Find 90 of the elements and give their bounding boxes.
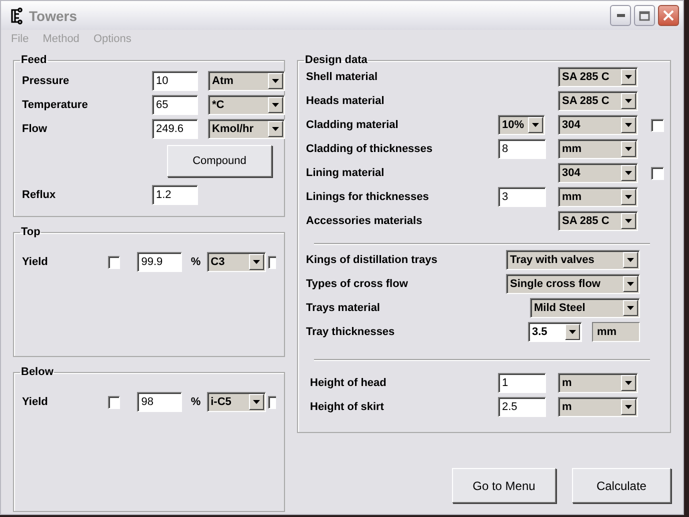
- field-label: Accessories materials: [306, 215, 424, 227]
- text-field[interactable]: 2.5: [498, 397, 546, 417]
- field-label: Shell material: [306, 71, 379, 83]
- text-field[interactable]: 10: [152, 71, 198, 91]
- compound-button[interactable]: Compound: [167, 145, 272, 177]
- unit-field: mm: [592, 322, 640, 342]
- checkbox[interactable]: [651, 166, 664, 180]
- text-field[interactable]: 65: [152, 95, 198, 115]
- text-field[interactable]: 1: [498, 373, 546, 393]
- close-button[interactable]: [658, 5, 679, 26]
- caret-icon: [272, 79, 279, 83]
- field-label: Yield: [22, 396, 49, 408]
- dropdown[interactable]: SA 285 C: [558, 211, 638, 231]
- field-label: Types of cross flow: [306, 278, 408, 290]
- field-label: Trays material: [306, 302, 380, 314]
- dropdown[interactable]: i-C5: [206, 392, 266, 412]
- field-label: Cladding of thicknesses: [306, 143, 434, 155]
- frame-title: Top: [20, 226, 42, 238]
- field-label: Tray thicknesses: [306, 326, 395, 338]
- checkbox[interactable]: [268, 256, 276, 268]
- caret-icon: [569, 330, 576, 334]
- dropdown[interactable]: m: [558, 373, 638, 393]
- text-field[interactable]: 3: [498, 187, 546, 207]
- caret-icon: [625, 99, 632, 103]
- caret-icon: [272, 127, 279, 131]
- field-label: Pressure: [22, 74, 70, 89]
- caret-icon: [253, 400, 260, 404]
- caret-icon: [253, 260, 260, 264]
- caret-icon: [625, 219, 632, 223]
- field-label: Cladding material: [306, 119, 400, 131]
- maximize-button[interactable]: [634, 5, 655, 26]
- text-field[interactable]: 99.9: [137, 252, 182, 272]
- window-title: Towers: [29, 8, 78, 24]
- frame-title: Below: [20, 366, 54, 378]
- field-label: Reflux: [22, 188, 57, 203]
- dropdown[interactable]: Tray with valves: [506, 250, 640, 270]
- dropdown[interactable]: m: [558, 397, 638, 417]
- field-label: Flow: [22, 122, 48, 137]
- checkbox[interactable]: [268, 396, 276, 408]
- caret-icon: [625, 147, 632, 151]
- dropdown[interactable]: Single cross flow: [506, 274, 640, 294]
- field-label: Yield: [22, 256, 49, 268]
- text-field[interactable]: 98: [137, 392, 182, 412]
- dropdown[interactable]: 304: [558, 163, 638, 183]
- maximize-icon: [639, 10, 650, 20]
- caret-icon: [625, 195, 632, 199]
- dropdown[interactable]: Mild Steel: [530, 298, 640, 318]
- caret-icon: [625, 405, 632, 409]
- dropdown[interactable]: mm: [558, 139, 638, 159]
- caret-icon: [272, 103, 279, 107]
- frame-title: Design data: [304, 54, 368, 66]
- field-label: Kings of distillation trays: [306, 254, 438, 266]
- dropdown[interactable]: C3: [206, 252, 266, 272]
- dropdown[interactable]: Atm: [208, 71, 285, 91]
- checkbox[interactable]: [108, 396, 120, 408]
- percent-sign: %: [190, 396, 201, 408]
- dropdown[interactable]: *C: [208, 95, 285, 115]
- action-button[interactable]: Calculate: [572, 468, 671, 503]
- frame-title: Feed: [20, 54, 48, 66]
- field-label: Height of skirt: [310, 401, 385, 413]
- dropdown[interactable]: Kmol/hr: [208, 119, 285, 139]
- caret-icon: [627, 258, 634, 262]
- text-field[interactable]: 1.2: [152, 185, 198, 205]
- dropdown[interactable]: SA 285 C: [558, 91, 638, 111]
- dropdown[interactable]: SA 285 C: [558, 67, 638, 87]
- close-icon: [663, 10, 674, 21]
- caret-icon: [627, 282, 634, 286]
- caret-icon: [627, 306, 634, 310]
- text-field[interactable]: 249.6: [152, 119, 198, 139]
- dropdown[interactable]: mm: [558, 187, 638, 207]
- field-label: Temperature: [22, 98, 89, 113]
- caret-icon: [625, 75, 632, 79]
- minimize-button[interactable]: [610, 5, 631, 26]
- text-field[interactable]: 8: [498, 139, 546, 159]
- dropdown[interactable]: 304: [558, 115, 638, 135]
- dropdown[interactable]: 3.5: [528, 322, 582, 342]
- caret-icon: [625, 381, 632, 385]
- field-label: Height of head: [310, 377, 388, 389]
- caret-icon: [625, 171, 632, 175]
- field-label: Linings for thicknesses: [306, 191, 430, 203]
- caret-icon: [625, 123, 632, 127]
- dropdown[interactable]: 10%: [498, 115, 545, 135]
- percent-sign: %: [190, 256, 201, 268]
- checkbox[interactable]: [108, 256, 120, 268]
- checkbox[interactable]: [651, 118, 664, 132]
- field-label: Heads material: [306, 95, 386, 107]
- action-button[interactable]: Go to Menu: [452, 468, 556, 503]
- minimize-icon: [616, 14, 624, 17]
- field-label: Lining material: [306, 167, 386, 179]
- caret-icon: [532, 123, 539, 127]
